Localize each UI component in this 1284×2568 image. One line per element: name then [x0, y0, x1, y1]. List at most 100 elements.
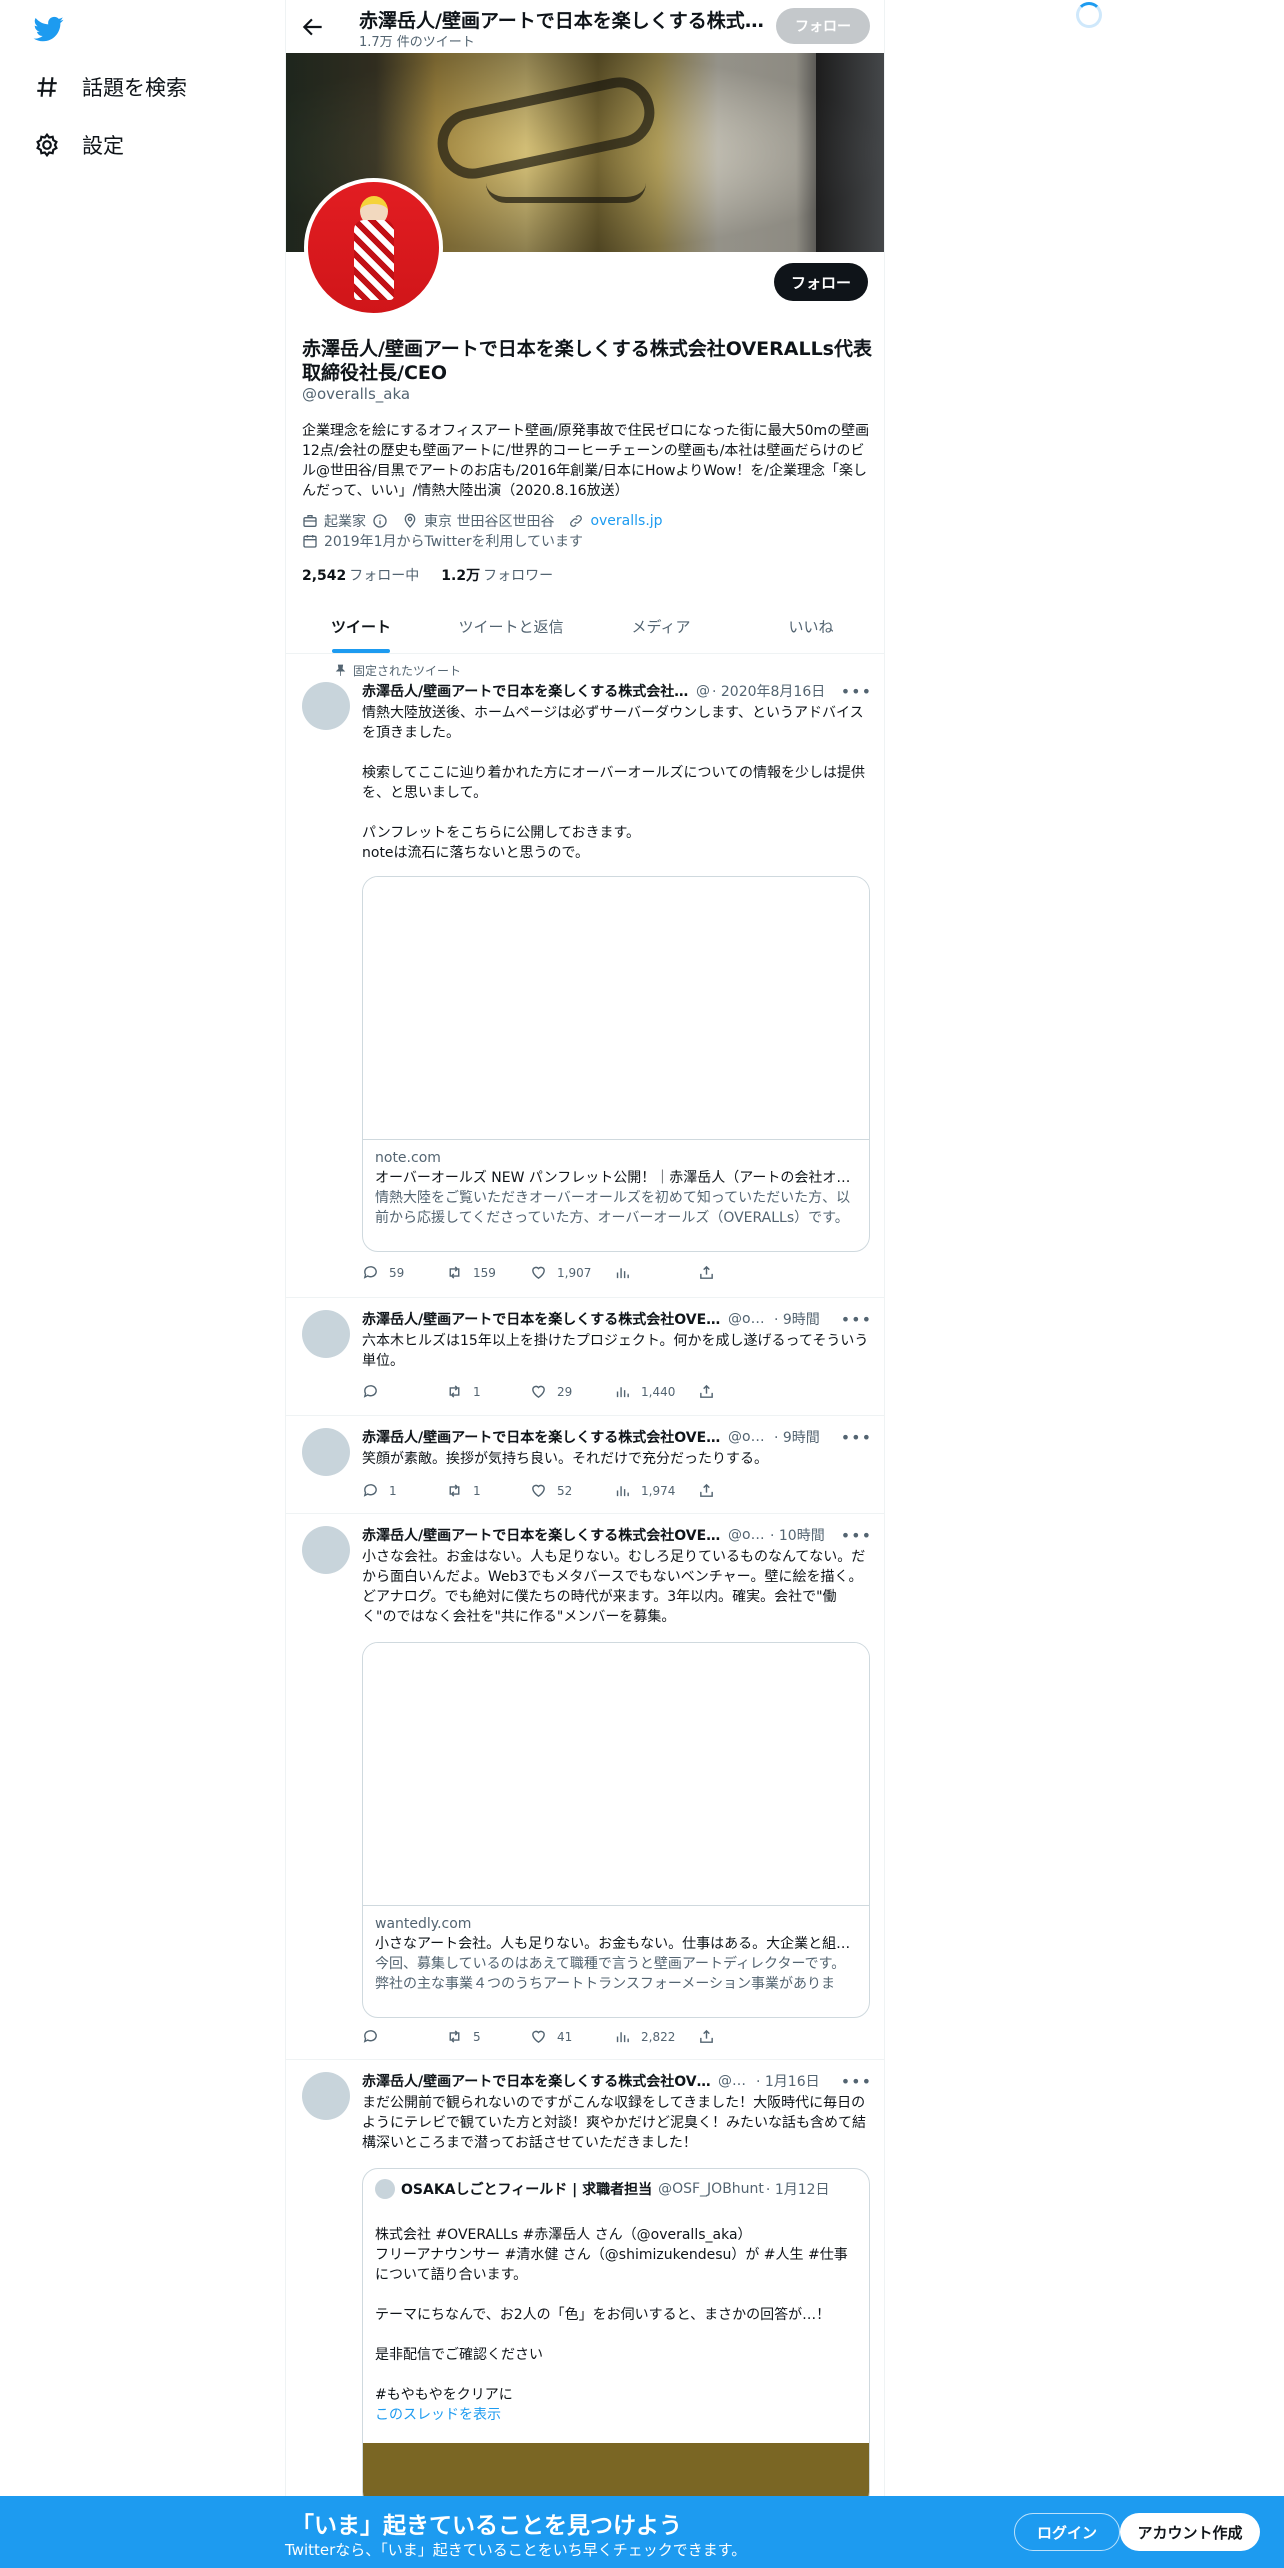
quoted-tweet-header: OSAKAしごとフィールド | 求職者担当 @OSF_JOBhunt · 1月1…	[375, 2179, 830, 2199]
tweet-header: 赤澤岳人/壁画アートで日本を楽しくする株式会社OVERALLs代表取締役社長/C…	[362, 681, 872, 701]
header-follow-button[interactable]: フォロー	[776, 8, 870, 44]
profile-website[interactable]: overalls.jp	[568, 513, 663, 529]
share-button[interactable]	[698, 1383, 782, 1400]
profile-avatar[interactable]	[304, 178, 443, 317]
tweet-avatar[interactable]	[302, 1428, 350, 1476]
sidebar-item-settings[interactable]: 設定	[34, 130, 124, 160]
loading-spinner-icon	[1076, 2, 1102, 28]
login-button[interactable]: ログイン	[1014, 2513, 1120, 2551]
reply-icon	[363, 1266, 377, 1279]
share-icon	[700, 1384, 713, 1398]
tweet-author-name[interactable]: 赤澤岳人/壁画アートで日本を楽しくする株式会社OVERALLs代表取締役社長/C…	[362, 681, 692, 701]
sidebar-item-explore[interactable]: 話題を検索	[34, 72, 187, 102]
link-card[interactable]: note.com オーバーオールズ NEW パンフレット公開！｜赤澤岳人（アート…	[362, 876, 870, 1252]
more-options-icon[interactable]: •••	[841, 1428, 872, 1447]
retweet-button[interactable]: 5	[446, 2028, 530, 2045]
views-button[interactable]: 1,974	[614, 1482, 698, 1499]
reply-button[interactable]	[362, 1383, 446, 1400]
tweet-author-name[interactable]: 赤澤岳人/壁画アートで日本を楽しくする株式会社OVERALLs代表取締役社長/C…	[362, 1427, 724, 1447]
views-button[interactable]	[614, 1264, 698, 1281]
more-options-icon[interactable]: •••	[841, 1310, 872, 1329]
quoted-tweet[interactable]: OSAKAしごとフィールド | 求職者担当 @OSF_JOBhunt · 1月1…	[362, 2168, 870, 2508]
gear-icon	[36, 132, 58, 158]
profile-meta: 起業家 東京 世田谷区世田谷 overalls.jp	[302, 511, 663, 531]
tweet-author-handle[interactable]: @overalls_aka	[718, 2073, 754, 2089]
bar-chart-icon	[616, 1387, 629, 1398]
profile-category: 起業家	[302, 511, 388, 531]
link-card-description: 今回、募集しているのはあえて職種で言うと壁画アートディレクターです。弊社の主な事…	[375, 1956, 846, 1992]
share-button[interactable]	[698, 2028, 782, 2045]
back-arrow-icon[interactable]	[300, 14, 326, 40]
share-icon	[700, 2029, 713, 2043]
tab-media[interactable]: メディア	[586, 600, 736, 653]
link-card-domain: note.com	[375, 1150, 441, 1166]
tweet[interactable]: 赤澤岳人/壁画アートで日本を楽しくする株式会社OVERALLs代表取締役社長/C…	[286, 1514, 884, 2060]
quoted-tweet-text: 株式会社 #OVERALLs #赤澤岳人 さん（@overalls_aka） フ…	[375, 2205, 859, 2445]
share-button[interactable]	[698, 1264, 782, 1281]
tweet-author-handle[interactable]: @overalls_aka	[728, 1311, 772, 1327]
quoted-author-name: OSAKAしごとフィールド | 求職者担当	[401, 2182, 653, 2198]
reply-button[interactable]: 59	[362, 1264, 446, 1281]
more-options-icon[interactable]: •••	[841, 1526, 872, 1545]
retweet-button[interactable]: 1	[446, 1383, 530, 1400]
reply-button[interactable]	[362, 2028, 446, 2045]
profile-bio: 企業理念を絵にするオフィスアート壁画/原発事故で住民ゼロになった街に最大50mの…	[302, 423, 870, 499]
tab-tweets-and-replies[interactable]: ツイートと返信	[436, 600, 586, 653]
profile-header-bar: 赤澤岳人/壁画アートで日本を楽しくする株式会社OVERALLs代表取締役社長/C…	[286, 0, 884, 53]
share-button[interactable]	[698, 1482, 782, 1499]
views-button[interactable]: 2,822	[614, 2028, 698, 2045]
tweet-pinned[interactable]: 固定されたツイート 赤澤岳人/壁画アートで日本を楽しくする株式会社OVERALL…	[286, 654, 884, 1298]
tweet-actions: 59 159 1,907	[362, 1264, 782, 1281]
more-options-icon[interactable]: •••	[841, 2072, 872, 2091]
tweet-time[interactable]: · 9時間	[774, 1309, 820, 1329]
tweet-time[interactable]: · 1月16日	[756, 2071, 820, 2091]
profile-handle: @overalls_aka	[302, 385, 411, 403]
tweet-author-name[interactable]: 赤澤岳人/壁画アートで日本を楽しくする株式会社OVERALLs代表取締役社長/C…	[362, 1309, 724, 1329]
tweet-avatar[interactable]	[302, 2072, 350, 2120]
tweet-avatar[interactable]	[302, 682, 350, 730]
tweet-text: 小さな会社。お金はない。人も足りない。むしろ足りているものなんてない。だから面白…	[362, 1549, 866, 1625]
show-thread-link[interactable]: このスレッドを表示	[375, 2405, 859, 2425]
retweet-button[interactable]: 159	[446, 1264, 530, 1281]
reply-button[interactable]: 1	[362, 1482, 446, 1499]
tweet-author-name[interactable]: 赤澤岳人/壁画アートで日本を楽しくする株式会社OVERALLs代表取締役社長/C…	[362, 2071, 714, 2091]
pinned-label: 固定されたツイート	[334, 662, 461, 679]
tweet-time[interactable]: · 2020年8月16日	[712, 681, 825, 701]
views-button[interactable]: 1,440	[614, 1383, 698, 1400]
tweet-header: 赤澤岳人/壁画アートで日本を楽しくする株式会社OVERALLs代表取締役社長/C…	[362, 1309, 872, 1329]
bottom-bar-title: 「いま」起きていることを見つけよう	[291, 2513, 682, 2539]
profile-column: 赤澤岳人/壁画アートで日本を楽しくする株式会社OVERALLs代表取締役社長/C…	[285, 0, 885, 2568]
signup-button[interactable]: アカウント作成	[1120, 2513, 1260, 2551]
twitter-bird-icon[interactable]	[32, 14, 66, 44]
like-button[interactable]: 41	[530, 2028, 614, 2045]
tweet-author-handle[interactable]: @overalls_aka	[728, 1429, 772, 1445]
left-sidebar: 話題を検索 設定	[0, 0, 285, 2568]
like-button[interactable]: 29	[530, 1383, 614, 1400]
link-card-domain: wantedly.com	[375, 1916, 472, 1932]
tweet-author-name[interactable]: 赤澤岳人/壁画アートで日本を楽しくする株式会社OVERALLs代表取締役社長/C…	[362, 1525, 724, 1545]
tweet-time[interactable]: · 9時間	[774, 1427, 820, 1447]
followers-link[interactable]: 1.2万 フォロワー	[441, 565, 553, 585]
bar-chart-icon	[616, 1486, 629, 1497]
info-icon[interactable]	[372, 513, 388, 529]
tweet[interactable]: 赤澤岳人/壁画アートで日本を楽しくする株式会社OVERALLs代表取締役社長/C…	[286, 1416, 884, 1514]
more-options-icon[interactable]: •••	[841, 682, 872, 701]
tweet[interactable]: 赤澤岳人/壁画アートで日本を楽しくする株式会社OVERALLs代表取締役社長/C…	[286, 1298, 884, 1416]
link-card[interactable]: wantedly.com 小さなアート会社。人も足りない。お金もない。仕事はある…	[362, 1642, 870, 2018]
tweet-actions: 1 1 52 1,974	[362, 1482, 782, 1499]
tab-tweets[interactable]: ツイート	[286, 600, 436, 653]
tab-likes[interactable]: いいね	[736, 600, 884, 653]
tweet-header: 赤澤岳人/壁画アートで日本を楽しくする株式会社OVERALLs代表取締役社長/C…	[362, 2071, 872, 2091]
like-button[interactable]: 52	[530, 1482, 614, 1499]
tweet-time[interactable]: · 10時間	[770, 1525, 825, 1545]
tweet-avatar[interactable]	[302, 1310, 350, 1358]
like-button[interactable]: 1,907	[530, 1264, 614, 1281]
tweet[interactable]: 赤澤岳人/壁画アートで日本を楽しくする株式会社OVERALLs代表取締役社長/C…	[286, 2060, 884, 2568]
bottom-bar-subtitle: Twitterなら、「いま」起きていることをいち早くチェックできます。	[285, 2541, 747, 2559]
follow-button[interactable]: フォロー	[774, 263, 868, 301]
tweet-author-handle[interactable]: @	[696, 683, 710, 699]
retweet-button[interactable]: 1	[446, 1482, 530, 1499]
tweet-author-handle[interactable]: @overalls_aka	[728, 1527, 768, 1543]
tweet-avatar[interactable]	[302, 1526, 350, 1574]
following-link[interactable]: 2,542 フォロー中	[302, 565, 419, 585]
